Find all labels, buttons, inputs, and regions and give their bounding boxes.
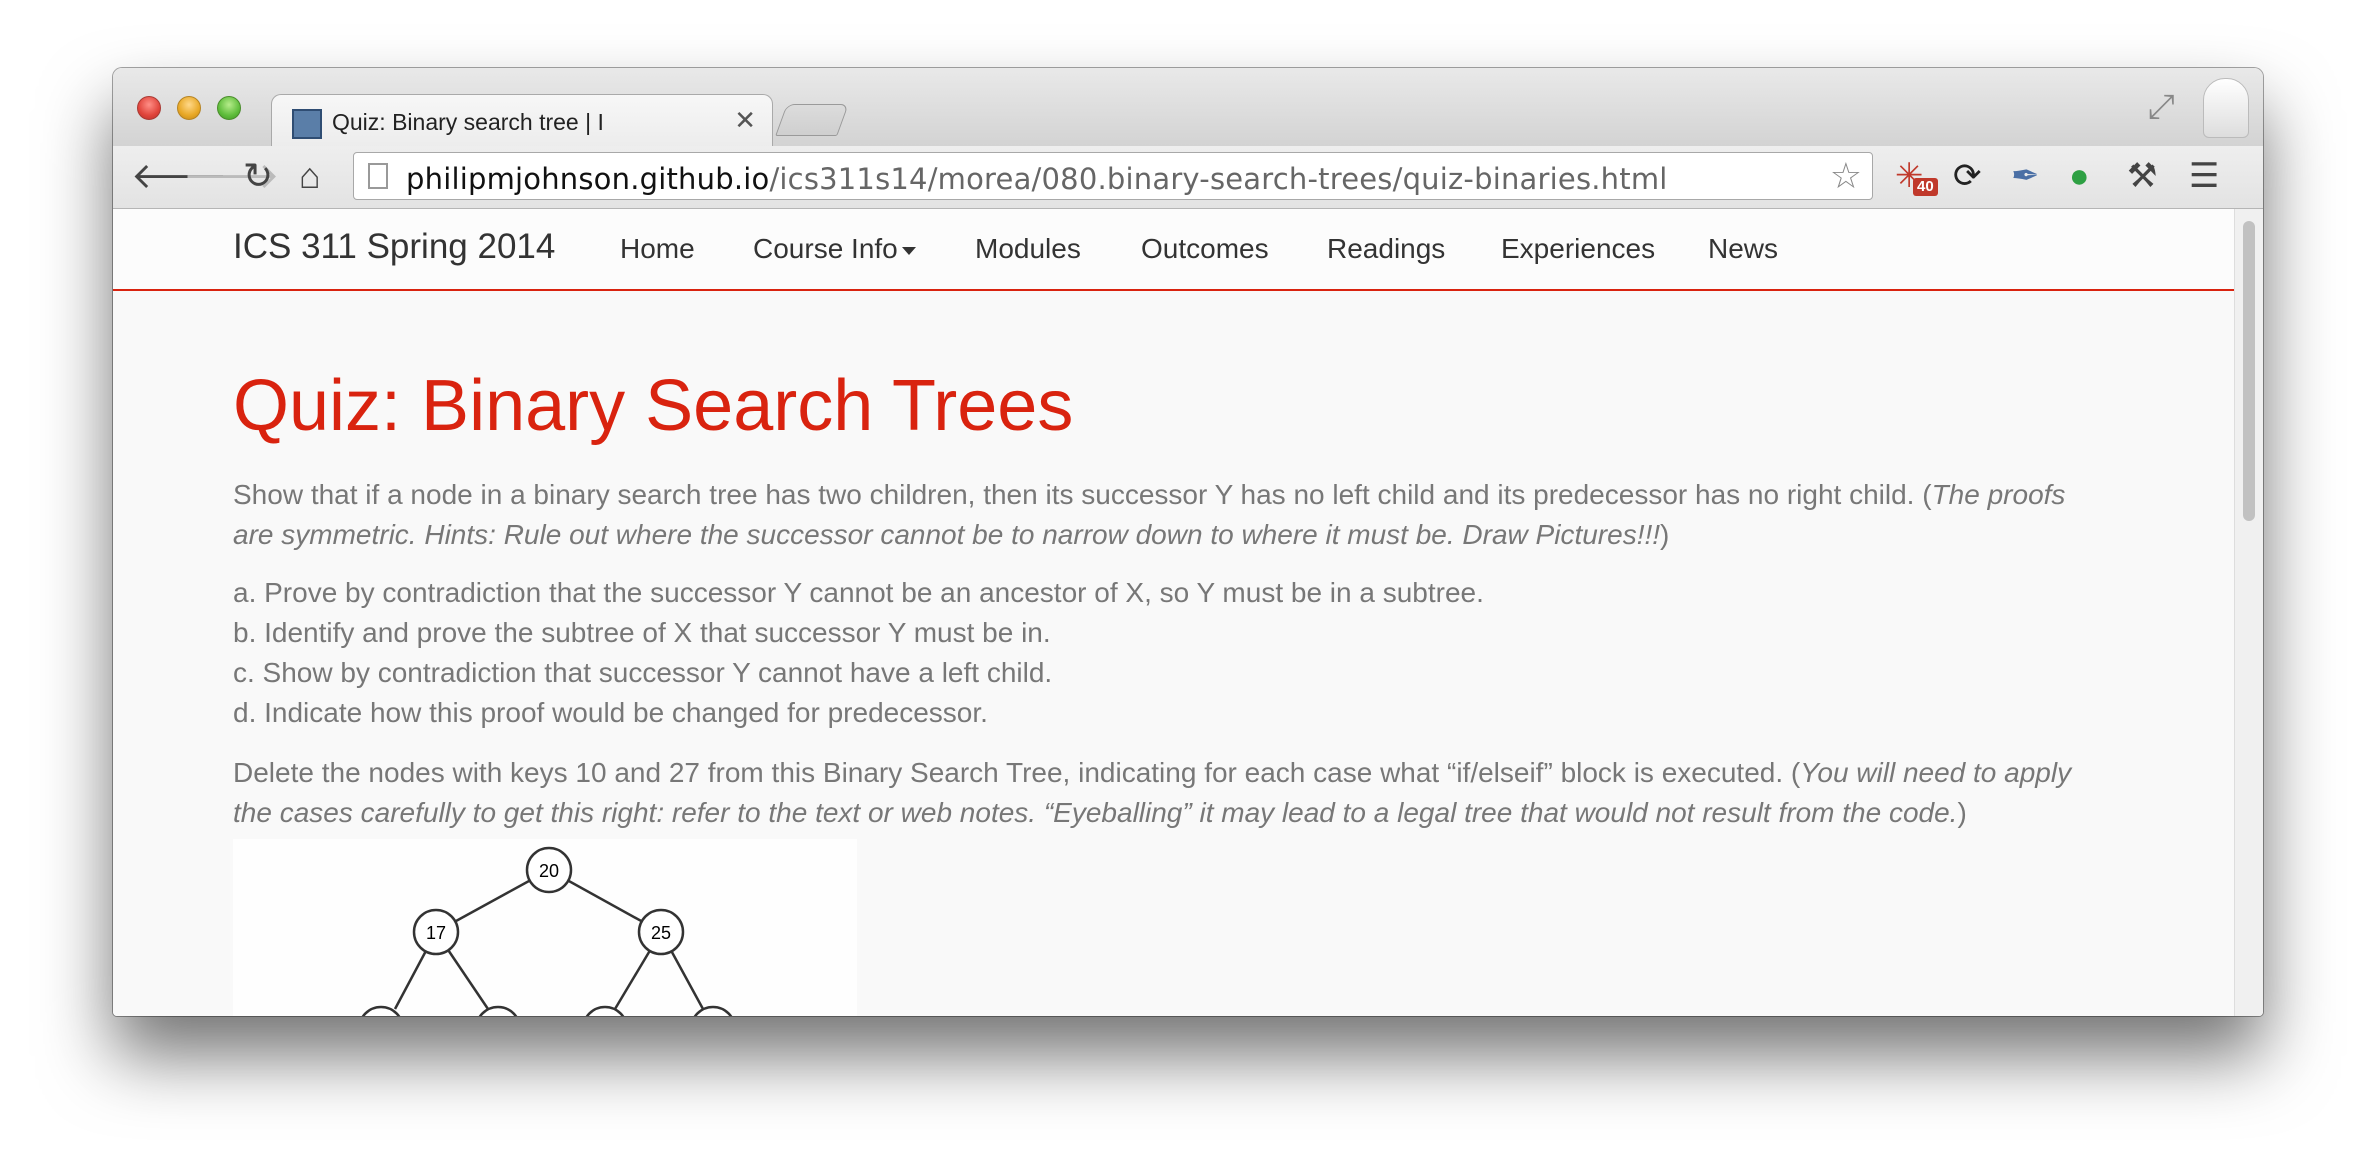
caret-down-icon (901, 246, 916, 255)
new-tab-button[interactable] (775, 104, 849, 136)
sync-extension-icon[interactable]: ⟳ (1953, 156, 1982, 196)
tree-node: 17 (412, 908, 460, 956)
url-path: /ics311s14/morea/080.binary-search-trees… (769, 162, 1668, 196)
q2-end: ) (1957, 797, 1967, 828)
vertical-scrollbar[interactable] (2234, 209, 2263, 1016)
list-item: c. Show by contradiction that successor … (233, 657, 1053, 688)
nav-home[interactable]: Home (620, 233, 695, 265)
tab-close-icon[interactable]: ✕ (734, 105, 756, 136)
question-2: Delete the nodes with keys 10 and 27 fro… (233, 753, 2113, 833)
nav-modules[interactable]: Modules (975, 233, 1081, 265)
nav-course-info-label: Course Info (753, 233, 898, 264)
minimize-window-button[interactable] (177, 96, 201, 120)
reload-icon[interactable]: ↻ (243, 154, 273, 198)
question-1: Show that if a node in a binary search t… (233, 475, 2113, 555)
question-1-parts: a. Prove by contradiction that the succe… (233, 573, 1484, 733)
eyedropper-icon[interactable]: ✒ (2011, 156, 2040, 196)
scroll-thumb[interactable] (2243, 221, 2255, 521)
tree-node: 20 (525, 846, 573, 894)
home-icon[interactable]: ⌂ (299, 154, 321, 198)
nav-experiences[interactable]: Experiences (1501, 233, 1655, 265)
nav-readings[interactable]: Readings (1327, 233, 1445, 265)
url-host: philipmjohnson.github.io (406, 162, 770, 196)
close-window-button[interactable] (137, 96, 161, 120)
tree-node (478, 1005, 518, 1016)
tree-node (693, 1005, 733, 1016)
zoom-window-button[interactable] (217, 96, 241, 120)
list-item: a. Prove by contradiction that the succe… (233, 577, 1484, 608)
site-navbar: ICS 311 Spring 2014 Home Course Info Mod… (113, 209, 2235, 291)
q1-text: Show that if a node in a binary search t… (233, 479, 1932, 510)
extension-icon[interactable]: ✳ 40 (1895, 156, 1938, 196)
list-item: d. Indicate how this proof would be chan… (233, 697, 988, 728)
bst-diagram: 20 17 25 (361, 846, 733, 1016)
tab-quiz[interactable]: Quiz: Binary search tree | I ✕ (271, 94, 773, 149)
node-label: 17 (426, 923, 446, 943)
site-brand[interactable]: ICS 311 Spring 2014 (233, 227, 555, 267)
title-bar: Quiz: Binary search tree | I ✕ ⤢ (113, 68, 2263, 149)
node-label: 25 (651, 923, 671, 943)
bst-figure: 20 17 25 (233, 839, 857, 1016)
tree-node: 25 (637, 908, 685, 956)
page-content: ICS 311 Spring 2014 Home Course Info Mod… (113, 209, 2235, 1016)
extension-badge: 40 (1913, 178, 1938, 196)
tree-node (585, 1005, 625, 1016)
nav-outcomes[interactable]: Outcomes (1141, 233, 1269, 265)
page-icon (368, 163, 388, 189)
tab-title: Quiz: Binary search tree | I (332, 109, 604, 135)
nav-news[interactable]: News (1708, 233, 1778, 265)
profile-avatar-icon[interactable] (2203, 78, 2249, 138)
wrench-icon[interactable]: ⚒ (2127, 156, 2157, 196)
favicon-icon (292, 109, 322, 139)
node-label: 20 (539, 861, 559, 881)
page-title: Quiz: Binary Search Trees (233, 366, 1074, 446)
fullscreen-icon[interactable]: ⤢ (2148, 88, 2175, 127)
list-item: b. Identify and prove the subtree of X t… (233, 617, 1051, 648)
address-bar[interactable]: philipmjohnson.github.io/ics311s14/morea… (353, 152, 1873, 200)
toolbar: 🡐 🡒 ↻ ⌂ philipmjohnson.github.io/ics311s… (113, 146, 2263, 209)
url-text[interactable]: philipmjohnson.github.io/ics311s14/morea… (406, 162, 1668, 196)
bookmark-star-icon[interactable]: ☆ (1830, 155, 1862, 197)
q2-text: Delete the nodes with keys 10 and 27 fro… (233, 757, 1801, 788)
browser-window: Quiz: Binary search tree | I ✕ ⤢ 🡐 🡒 ↻ ⌂… (113, 68, 2263, 1016)
menu-icon[interactable]: ☰ (2189, 156, 2219, 196)
nav-course-info[interactable]: Course Info (753, 233, 916, 265)
hangouts-icon[interactable]: ● (2069, 156, 2090, 196)
q1-end: ) (1660, 519, 1670, 550)
